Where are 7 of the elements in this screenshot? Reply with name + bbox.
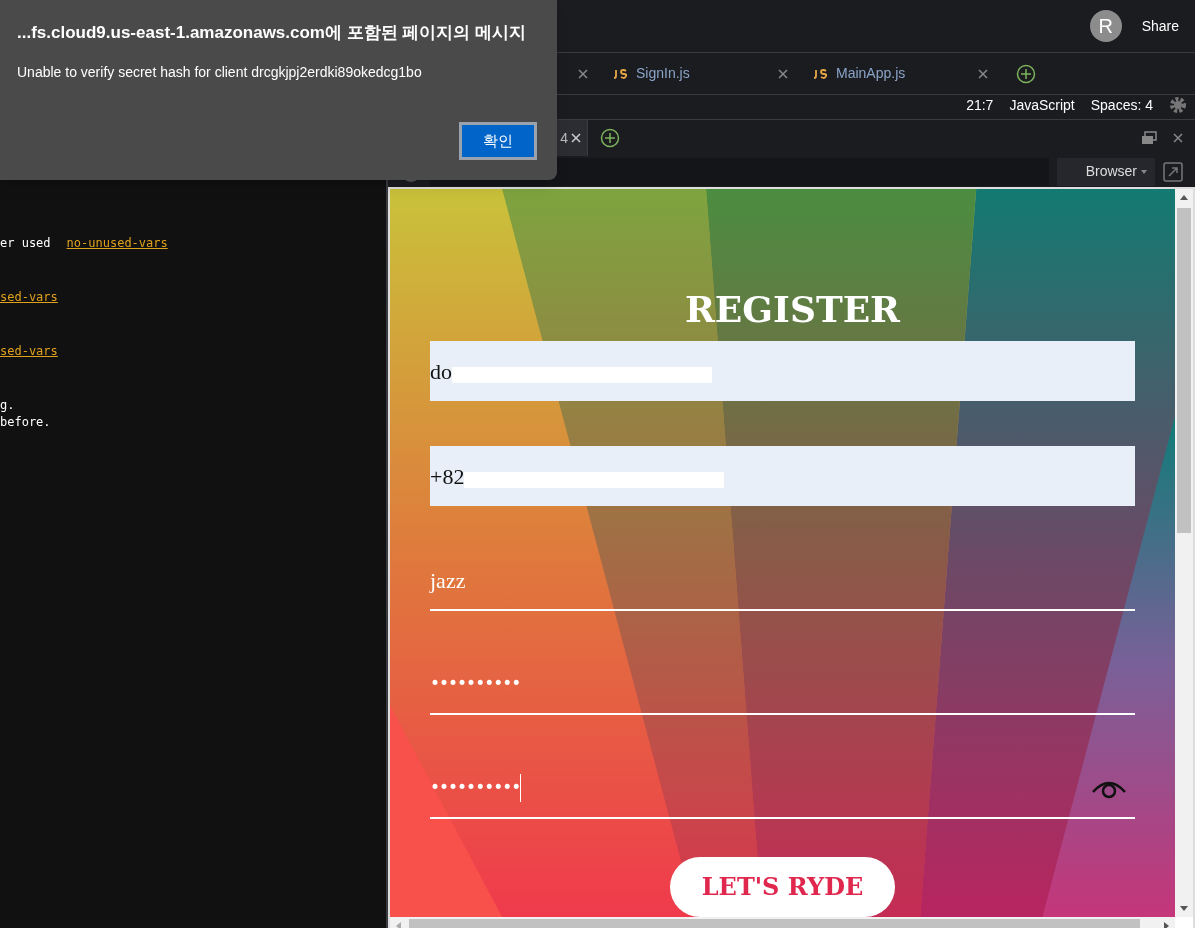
- console-text: g.: [0, 397, 15, 413]
- cursor-position: 21:7: [966, 95, 994, 115]
- form-title: REGISTER: [683, 291, 902, 327]
- dialog-title: ...fs.cloud9.us-east-1.amazonaws.com에 포함된 페이지의 메시지: [17, 22, 528, 44]
- console-text: before.: [0, 414, 51, 430]
- dialog-message: Unable to verify secret hash for client drcgkjpj2erdki89okedcg1bo: [17, 62, 423, 82]
- console-text: er used: [0, 235, 51, 252]
